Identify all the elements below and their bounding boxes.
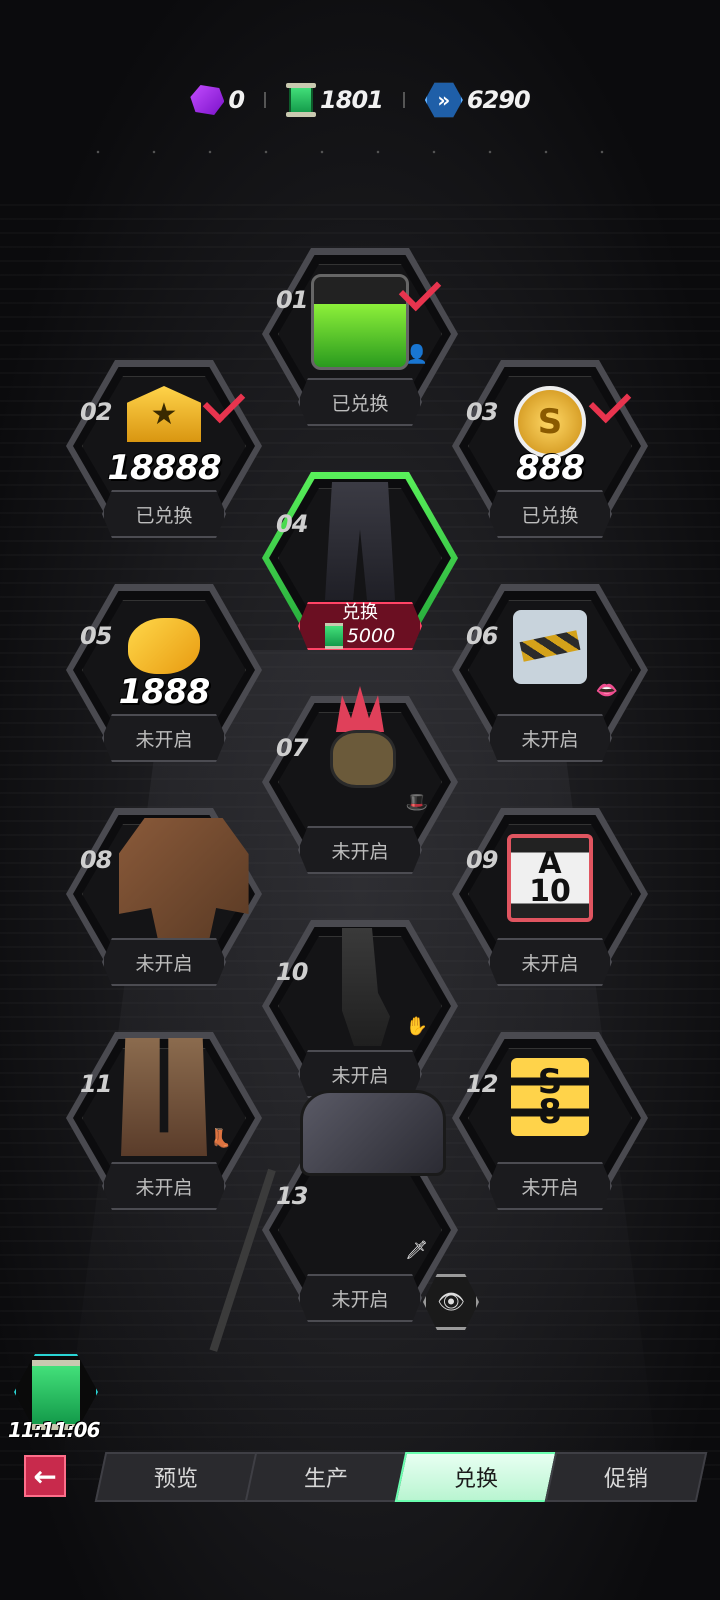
status-label: 未开启 — [102, 714, 226, 762]
golden-fish-icon — [128, 618, 200, 674]
status-label: 未开启 — [298, 1274, 422, 1322]
price-value: 5000 — [346, 625, 396, 647]
jacket-icon — [118, 818, 249, 938]
green-scroll-icon — [286, 83, 317, 117]
lips-icon: 👄 — [595, 680, 618, 701]
status-label: 已兑换 — [298, 378, 422, 426]
tape-card-icon — [513, 610, 587, 684]
status-label: 已兑换 — [102, 490, 226, 538]
currency-gem[interactable]: 0 — [190, 85, 245, 115]
item-number: 06 — [466, 622, 498, 650]
separator — [402, 92, 405, 108]
hand-icon: ✋ — [405, 1016, 428, 1037]
bottom-tabs: 预览 生产 兑换 促销 — [94, 1452, 720, 1502]
timer-countdown: 11:11:06 — [8, 1418, 101, 1442]
currency-token[interactable]: » 6290 — [424, 81, 531, 119]
reward-item-02[interactable]: 02 ★ 18888 已兑换 — [66, 360, 262, 538]
reward-item-01[interactable]: 01 👤 已兑换 — [262, 248, 458, 426]
status-label: 未开启 — [488, 938, 612, 986]
gem-count: 0 — [228, 86, 245, 114]
status-label: 已兑换 — [488, 490, 612, 538]
reward-item-03[interactable]: 03 S 888 已兑换 — [452, 360, 648, 538]
tab-preview[interactable]: 预览 — [94, 1452, 258, 1502]
item-number: 10 — [276, 958, 308, 986]
reward-item-08[interactable]: 08 未开启 — [66, 808, 262, 986]
person-icon: 👤 — [405, 344, 428, 365]
reward-item-04[interactable]: 04 兑换 5000 — [262, 472, 458, 650]
item-number: 07 — [276, 734, 308, 762]
reward-item-11[interactable]: 11 👢 未开启 — [66, 1032, 262, 1210]
back-arrow-icon: ← — [33, 1459, 57, 1493]
status-label: 未开启 — [488, 714, 612, 762]
spiky-mask-icon — [320, 686, 400, 788]
item-number: 01 — [276, 286, 308, 314]
decorative-dots — [70, 148, 650, 156]
reward-item-10[interactable]: 10 ✋ 未开启 — [262, 920, 458, 1098]
reward-amount: 888 — [516, 448, 585, 488]
item-number: 03 — [466, 398, 498, 426]
eye-icon: 👁 — [437, 1289, 465, 1315]
item-number: 05 — [80, 622, 112, 650]
status-label: 未开启 — [298, 826, 422, 874]
pants-icon — [325, 482, 395, 600]
glove-icon — [330, 928, 390, 1046]
blue-chevron-token-icon: » — [424, 82, 463, 118]
boots-icon — [121, 1038, 207, 1156]
redeem-price: 5000 — [324, 623, 396, 649]
tab-production[interactable]: 生产 — [244, 1452, 408, 1502]
reward-item-07[interactable]: 07 🎩 未开启 — [262, 696, 458, 874]
token-count: 6290 — [466, 86, 531, 114]
status-label: 未开启 — [488, 1162, 612, 1210]
hammer-icon — [300, 1090, 446, 1176]
redeem-button[interactable]: 兑换 5000 — [298, 602, 422, 650]
item-number: 09 — [466, 846, 498, 874]
s-badge-icon: S8 — [511, 1058, 589, 1136]
item-number: 11 — [80, 1070, 112, 1098]
separator — [264, 92, 267, 108]
hat-icon: 🎩 — [405, 792, 428, 813]
green-beaker-icon — [311, 274, 409, 370]
purple-gem-icon — [190, 85, 225, 115]
currency-scroll[interactable]: 1801 — [286, 83, 384, 117]
item-number: 12 — [466, 1070, 498, 1098]
item-number: 13 — [276, 1182, 308, 1210]
reward-item-12[interactable]: 12 S8 未开启 — [452, 1032, 648, 1210]
rank-card-icon: A 10 — [507, 834, 593, 922]
reward-item-06[interactable]: 06 👄 未开启 — [452, 584, 648, 762]
item-number: 04 — [276, 510, 308, 538]
currency-bar: 0 1801 » 6290 — [0, 78, 720, 122]
status-label: 未开启 — [102, 938, 226, 986]
tab-exchange[interactable]: 兑换 — [394, 1452, 558, 1502]
reward-amount: 18888 — [107, 448, 221, 488]
reward-item-09[interactable]: 09 A 10 未开启 — [452, 808, 648, 986]
status-label: 未开启 — [102, 1162, 226, 1210]
tab-promotion[interactable]: 促销 — [544, 1452, 708, 1502]
sword-icon: 🗡 — [405, 1240, 428, 1261]
timer-widget[interactable]: 11:11:06 — [8, 1354, 101, 1442]
boot-icon: 👢 — [209, 1128, 232, 1149]
item-number: 08 — [80, 846, 112, 874]
gold-star-badge-icon: ★ — [127, 386, 201, 442]
reward-item-05[interactable]: 05 1888 未开启 — [66, 584, 262, 762]
redeem-label: 兑换 — [342, 602, 378, 623]
green-scroll-icon — [324, 623, 343, 649]
reward-amount: 1888 — [118, 672, 211, 712]
scroll-count: 1801 — [320, 86, 384, 114]
back-button[interactable]: ← — [24, 1455, 66, 1497]
item-number: 02 — [80, 398, 112, 426]
